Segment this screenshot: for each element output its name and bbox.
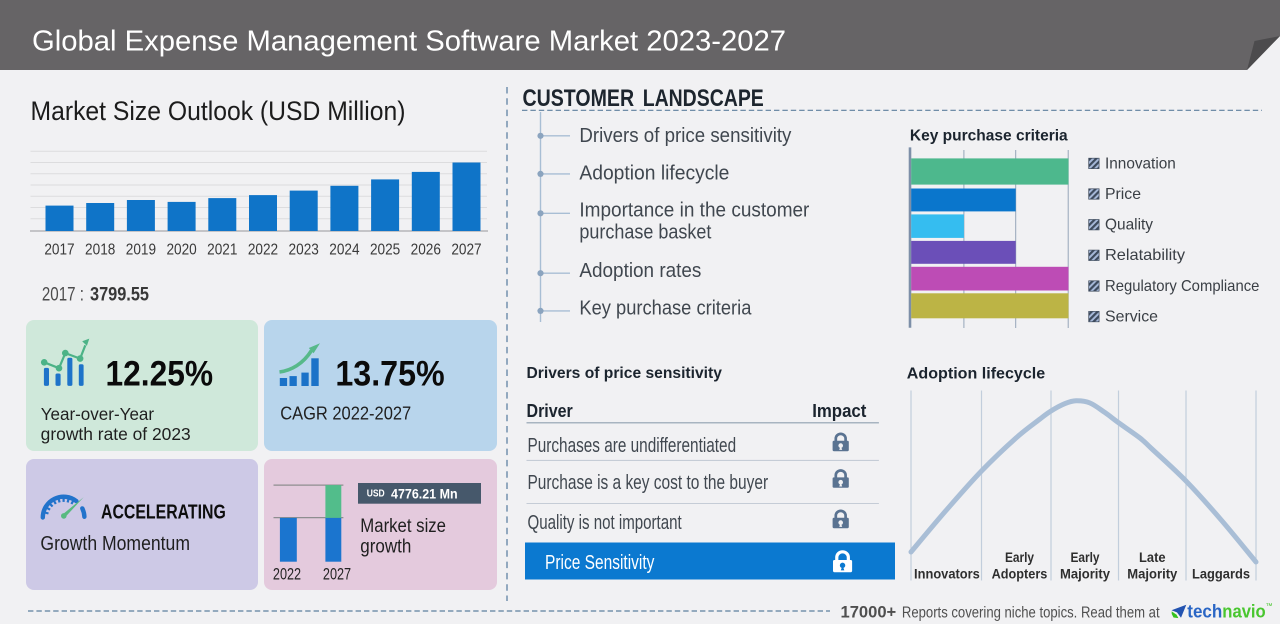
svg-text:Price Sensitivity: Price Sensitivity (545, 552, 654, 574)
svg-text:purchase basket: purchase basket (579, 222, 711, 244)
svg-text:Drivers of price sensitivity: Drivers of price sensitivity (527, 365, 722, 382)
svg-text:Adoption rates: Adoption rates (579, 260, 701, 282)
svg-text:2026: 2026 (411, 241, 441, 258)
svg-text:Service: Service (1105, 309, 1158, 326)
svg-text:2022: 2022 (248, 241, 278, 258)
svg-text:2017 :: 2017 : (42, 284, 84, 305)
svg-text:ACCELERATING: ACCELERATING (101, 501, 226, 523)
svg-text:Impact: Impact (812, 400, 867, 421)
svg-text:2023: 2023 (289, 241, 319, 258)
svg-text:Market Size Outlook (USD Milli: Market Size Outlook (USD Million) (31, 96, 406, 126)
svg-text:2025: 2025 (370, 241, 400, 258)
svg-text:17000+: 17000+ (841, 603, 897, 622)
svg-text:Early: Early (1070, 549, 1099, 565)
svg-text:4776.21 Mn: 4776.21 Mn (391, 486, 458, 501)
svg-text:Innovators: Innovators (914, 565, 980, 581)
svg-text:Drivers of price sensitivity: Drivers of price sensitivity (579, 125, 791, 147)
svg-text:Regulatory Compliance: Regulatory Compliance (1105, 278, 1259, 295)
svg-text:Importance in the customer: Importance in the customer (579, 200, 809, 222)
svg-text:2020: 2020 (166, 241, 196, 258)
svg-text:3799.55: 3799.55 (90, 284, 149, 305)
svg-text:Adoption lifecycle: Adoption lifecycle (579, 163, 729, 185)
svg-text:13.75%: 13.75% (335, 354, 444, 393)
svg-text:Year-over-Year: Year-over-Year (41, 404, 155, 424)
svg-text:2017: 2017 (44, 241, 74, 258)
svg-text:2022: 2022 (273, 565, 301, 584)
svg-text:Late: Late (1139, 549, 1166, 565)
svg-text:CAGR 2022-2027: CAGR 2022-2027 (280, 403, 411, 424)
svg-text:Quality: Quality (1105, 217, 1153, 234)
svg-text:Early: Early (1005, 549, 1034, 565)
svg-text:growth rate of 2023: growth rate of 2023 (41, 424, 191, 444)
svg-text:Adoption lifecycle: Adoption lifecycle (907, 366, 1046, 383)
svg-text:USD: USD (367, 489, 385, 500)
svg-text:Purchases are undifferentiated: Purchases are undifferentiated (528, 435, 737, 457)
svg-text:2018: 2018 (85, 241, 115, 258)
svg-text:Adopters: Adopters (992, 565, 1048, 581)
svg-text:2027: 2027 (451, 241, 481, 258)
svg-text:LANDSCAPE: LANDSCAPE (643, 85, 764, 112)
svg-text:tech: tech (1187, 602, 1222, 622)
svg-text:Quality is not important: Quality is not important (528, 512, 683, 534)
svg-text:Reports covering niche topics.: Reports covering niche topics. Read them… (902, 605, 1160, 622)
svg-text:navio: navio (1222, 602, 1265, 622)
svg-text:Majority: Majority (1127, 565, 1177, 581)
svg-text:Majority: Majority (1060, 565, 1110, 581)
svg-text:2027: 2027 (323, 565, 351, 584)
svg-text:2021: 2021 (207, 241, 237, 258)
svg-text:Laggards: Laggards (1192, 565, 1250, 581)
svg-text:Global Expense Management Soft: Global Expense Management Software Marke… (32, 26, 786, 58)
svg-text:Purchase is a key cost to the: Purchase is a key cost to the buyer (528, 472, 769, 494)
svg-text:™: ™ (1266, 603, 1273, 610)
svg-text:Key purchase criteria: Key purchase criteria (910, 128, 1068, 145)
svg-text:Growth Momentum: Growth Momentum (40, 533, 190, 555)
svg-text:Relatability: Relatability (1105, 247, 1185, 264)
svg-text:Key purchase criteria: Key purchase criteria (579, 298, 752, 320)
svg-text:Driver: Driver (527, 400, 574, 421)
svg-text:2024: 2024 (329, 241, 359, 258)
svg-text:12.25%: 12.25% (106, 354, 214, 393)
svg-text:growth: growth (360, 537, 411, 558)
svg-text:Market size: Market size (360, 516, 446, 537)
svg-text:CUSTOMER: CUSTOMER (523, 85, 635, 112)
svg-text:Innovation: Innovation (1105, 155, 1176, 172)
svg-text:Price: Price (1105, 186, 1141, 203)
svg-text:2019: 2019 (126, 241, 156, 258)
